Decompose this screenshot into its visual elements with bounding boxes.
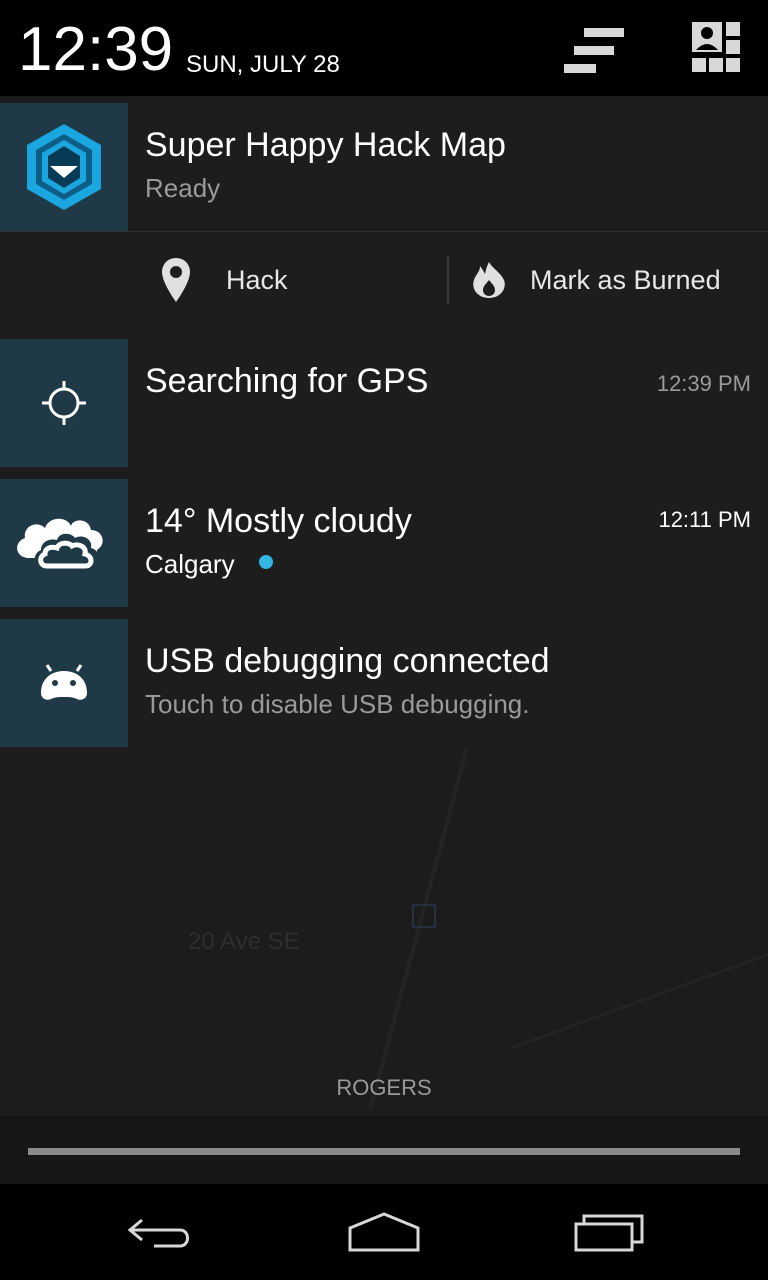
hack-action-label: Hack <box>226 264 288 295</box>
notification-title: Searching for GPS <box>145 362 429 400</box>
quick-settings-toggle-icon[interactable] <box>560 20 624 80</box>
notification-gps[interactable]: Searching for GPS 12:39 PM <box>0 339 768 467</box>
hack-action-button[interactable]: Hack <box>158 232 288 328</box>
notification-hack-map[interactable]: Super Happy Hack Map Ready <box>0 103 768 231</box>
notification-actions: Hack Mark as Burned <box>0 231 768 328</box>
weather-indicator-dot <box>259 555 273 569</box>
notification-time: 12:39 PM <box>656 371 751 396</box>
action-divider <box>447 256 449 304</box>
home-icon[interactable] <box>334 1198 434 1266</box>
notification-subtitle: Touch to disable USB debugging. <box>145 689 530 719</box>
shade-handle[interactable] <box>0 1116 768 1184</box>
cloud-icon <box>0 479 128 607</box>
mark-burned-action-button[interactable]: Mark as Burned <box>470 232 721 328</box>
notification-title: Super Happy Hack Map <box>145 126 506 164</box>
notification-title: 14° Mostly cloudy <box>145 502 412 540</box>
notification-header: 12:39 SUN, JULY 28 <box>0 0 768 96</box>
back-icon[interactable] <box>110 1198 210 1266</box>
android-debug-icon <box>0 619 128 747</box>
map-marker <box>412 904 436 928</box>
shade-handle-bar[interactable] <box>28 1148 740 1155</box>
gps-crosshair-icon <box>0 339 128 467</box>
clock: 12:39 <box>18 15 174 84</box>
notification-time: 12:11 PM <box>658 507 751 532</box>
date: SUN, JULY 28 <box>186 51 340 78</box>
notification-subtitle: Ready <box>145 173 221 203</box>
location-pin-icon <box>158 256 194 304</box>
user-profile-grid-icon[interactable] <box>688 20 752 80</box>
notification-usb-debugging[interactable]: USB debugging connected Touch to disable… <box>0 619 768 747</box>
navigation-bar <box>0 1184 768 1280</box>
carrier-label: ROGERS <box>336 1075 432 1100</box>
street-label: 20 Ave SE <box>188 928 300 955</box>
map-road-line <box>508 944 768 1051</box>
notification-weather[interactable]: 14° Mostly cloudy Calgary 12:11 PM <box>0 479 768 607</box>
flame-icon <box>470 260 508 300</box>
notification-title: USB debugging connected <box>145 642 550 680</box>
mark-burned-action-label: Mark as Burned <box>530 264 721 295</box>
notification-subtitle: Calgary <box>145 549 235 579</box>
recent-apps-icon[interactable] <box>560 1198 660 1266</box>
hex-app-icon <box>0 103 128 231</box>
